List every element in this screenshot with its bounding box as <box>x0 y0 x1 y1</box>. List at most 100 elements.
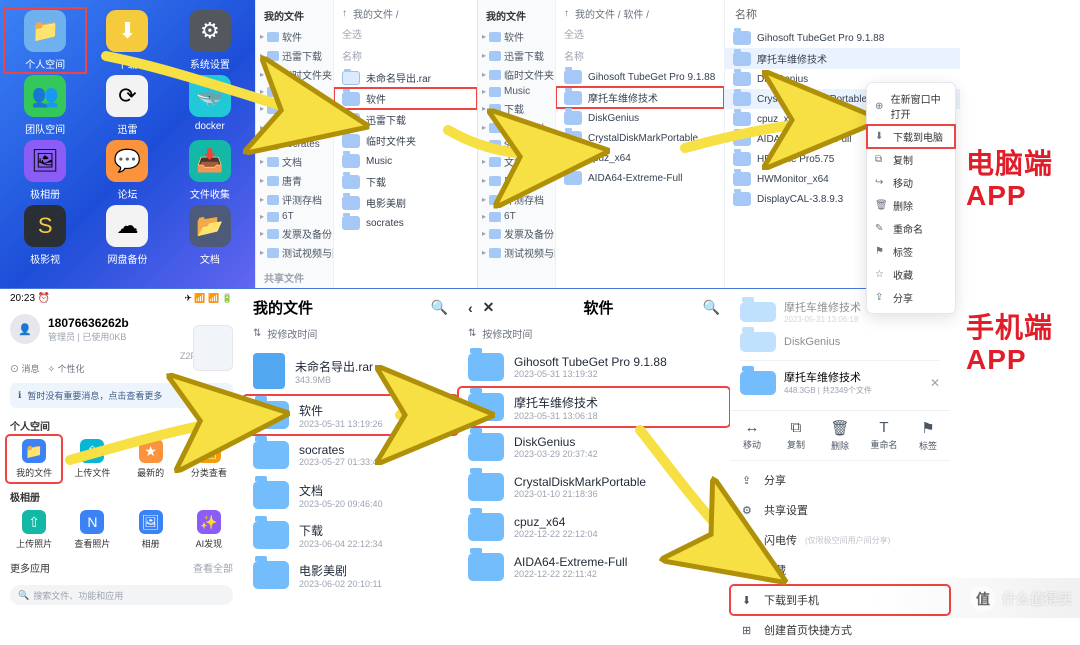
up-icon[interactable]: ↑ <box>342 8 347 19</box>
tree-item[interactable]: ▸评测存档 <box>256 190 333 209</box>
file-row[interactable]: Gihosoft TubeGet Pro 9.1.88 <box>556 67 724 87</box>
list-item[interactable]: Gihosoft TubeGet Pro 9.1.882023-05-31 13… <box>458 347 730 387</box>
tree-item[interactable]: ▸软件 <box>256 27 333 46</box>
tree-item[interactable]: ▸电影美剧 <box>256 118 333 137</box>
option-item[interactable]: ⊞创建首页快捷方式 <box>730 615 950 645</box>
list-item[interactable]: 下载2023-06-04 22:12:34 <box>243 515 458 555</box>
file-row[interactable]: CrystalDiskMarkPortable <box>556 128 724 148</box>
tree-item[interactable]: ▸下载 <box>256 99 333 118</box>
launcher-item[interactable]: 🖼极相册 <box>6 140 84 201</box>
list-item[interactable]: 摩托车维修技术2023-05-31 13:06:18 <box>458 387 730 427</box>
tree-item[interactable]: ▸迅雷下载 <box>478 46 555 65</box>
tree-item[interactable]: ▸测试视频与图片 <box>256 243 333 262</box>
action-button[interactable]: T重命名 <box>862 419 906 452</box>
launcher-item[interactable]: 🐳docker <box>171 75 249 136</box>
close-icon[interactable]: ✕ <box>483 299 495 316</box>
launcher-item[interactable]: 📁个人空间 <box>6 10 84 71</box>
tree-item[interactable]: ▸发票及备份 <box>256 224 333 243</box>
action-button[interactable]: 🗑删除 <box>818 419 862 452</box>
tree-item[interactable]: ▸socrates <box>256 137 333 152</box>
launcher-item[interactable]: 💬论坛 <box>88 140 166 201</box>
breadcrumb[interactable]: 我的文件 / 软件 / <box>575 6 649 21</box>
file-row[interactable]: 摩托车维修技术 <box>556 87 724 108</box>
launcher-item[interactable]: 📥文件收集 <box>171 140 249 201</box>
tree-item[interactable]: ▸迅雷下载 <box>256 46 333 65</box>
menu-item[interactable]: ⚑标签 <box>867 240 955 263</box>
menu-item[interactable]: ⇪分享 <box>867 286 955 309</box>
tree-item[interactable]: ▸临时文件夹 <box>478 65 555 84</box>
list-item[interactable]: 软件2023-05-31 13:19:26 <box>243 395 458 435</box>
quick-item[interactable]: 🗂分类查看 <box>181 435 237 483</box>
tree-item[interactable]: ▸文档 <box>256 152 333 171</box>
quick-item[interactable]: 🖼相册 <box>123 506 179 554</box>
quick-item[interactable]: ⇧上传照片 <box>6 506 62 554</box>
search-icon[interactable]: 🔍 <box>431 299 448 316</box>
nas-device-icon[interactable] <box>193 325 233 371</box>
menu-item[interactable]: ⬇下载到电脑 <box>867 125 955 148</box>
launcher-item[interactable]: 👥团队空间 <box>6 75 84 136</box>
file-row[interactable]: 电影美剧 <box>334 192 477 213</box>
option-item[interactable]: ⇪分享 <box>730 465 950 495</box>
list-item[interactable]: 未命名导出.rar343.9MB <box>243 347 458 395</box>
tree-item[interactable]: ▸评测存档 <box>478 190 555 209</box>
file-row[interactable]: Gihosoft TubeGet Pro 9.1.88 <box>725 28 960 48</box>
launcher-item[interactable]: ⬇下载 <box>88 10 166 71</box>
sort-label[interactable]: 按修改时间 <box>482 326 532 341</box>
file-row[interactable]: cpuz_x64 <box>556 148 724 168</box>
tree-item[interactable]: ▸文档 <box>478 152 555 171</box>
tree-item[interactable]: ▸电影美剧 <box>478 118 555 137</box>
tree-item[interactable]: ▸socrates <box>478 137 555 152</box>
avatar[interactable]: 👤 <box>10 314 40 344</box>
file-row[interactable]: DiskGenius <box>556 108 724 128</box>
tree-item[interactable]: ▸唐青 <box>256 171 333 190</box>
select-all[interactable]: 全选 <box>564 26 584 41</box>
breadcrumb[interactable]: 我的文件 / <box>353 6 399 21</box>
tree-item[interactable]: ▸唐青 <box>478 171 555 190</box>
chip-personalize[interactable]: ✧ 个性化 <box>48 362 85 375</box>
tree-item[interactable]: ▸6T <box>256 209 333 224</box>
sort-icon[interactable]: ⇅ <box>468 328 476 339</box>
list-item[interactable]: socrates2023-05-27 01:33:42 <box>243 435 458 475</box>
tree-item[interactable]: ▸临时文件夹 <box>256 65 333 84</box>
file-row[interactable]: 软件 <box>334 88 477 109</box>
quick-item[interactable]: ⇧上传文件 <box>64 435 120 483</box>
menu-item[interactable]: ⊕在新窗口中打开 <box>867 87 955 125</box>
launcher-item[interactable]: ⟳迅雷 <box>88 75 166 136</box>
menu-item[interactable]: 🗑删除 <box>867 194 955 217</box>
search-icon[interactable]: 🔍 <box>703 299 720 316</box>
action-button[interactable]: ↔移动 <box>730 419 774 452</box>
menu-item[interactable]: ☆收藏 <box>867 263 955 286</box>
menu-item[interactable]: ⧉复制 <box>867 148 955 171</box>
search-input[interactable]: 🔍搜索文件、功能和应用 <box>10 585 233 605</box>
option-item[interactable]: ⚡闪电传(仅限极空间用户间分享) <box>730 525 950 555</box>
list-item[interactable]: 文档2023-05-20 09:46:40 <box>243 475 458 515</box>
sort-label[interactable]: 按修改时间 <box>267 326 317 341</box>
file-row[interactable]: 迅雷下载 <box>334 109 477 130</box>
up-icon[interactable]: ↑ <box>564 8 569 19</box>
file-row[interactable]: AIDA64-Extreme-Full <box>556 168 724 188</box>
file-row[interactable]: 摩托车维修技术 <box>725 48 960 69</box>
quick-item[interactable]: 📁我的文件 <box>6 435 62 483</box>
launcher-item[interactable]: ⚙系统设置 <box>171 10 249 71</box>
file-row[interactable]: Music <box>334 151 477 171</box>
menu-item[interactable]: ↪移动 <box>867 171 955 194</box>
notice-banner[interactable]: ℹ暂时没有重要消息，点击查看更多 <box>10 383 233 408</box>
back-icon[interactable]: ‹ <box>468 300 473 316</box>
tree-item[interactable]: ▸软件 <box>478 27 555 46</box>
tree-item[interactable]: ▸测试视频与图片 <box>478 243 555 262</box>
quick-item[interactable]: ★最新的 <box>123 435 179 483</box>
launcher-item[interactable]: 📂文档 <box>171 205 249 266</box>
tree-item[interactable]: ▸Music <box>256 84 333 99</box>
tree-item[interactable]: ▸6T <box>478 209 555 224</box>
select-all[interactable]: 全选 <box>342 26 362 41</box>
launcher-item[interactable]: ☁网盘备份 <box>88 205 166 266</box>
launcher-item[interactable]: S极影视 <box>6 205 84 266</box>
action-button[interactable]: ⧉复制 <box>774 419 818 452</box>
tree-item[interactable]: ▸下载 <box>478 99 555 118</box>
list-item[interactable]: DiskGenius2023-03-29 20:37:42 <box>458 427 730 467</box>
file-row[interactable]: 未命名导出.rar <box>334 67 477 88</box>
quick-item[interactable]: N查看照片 <box>64 506 120 554</box>
sort-icon[interactable]: ⇅ <box>253 328 261 339</box>
menu-item[interactable]: ✎重命名 <box>867 217 955 240</box>
file-row[interactable]: 下载 <box>334 171 477 192</box>
